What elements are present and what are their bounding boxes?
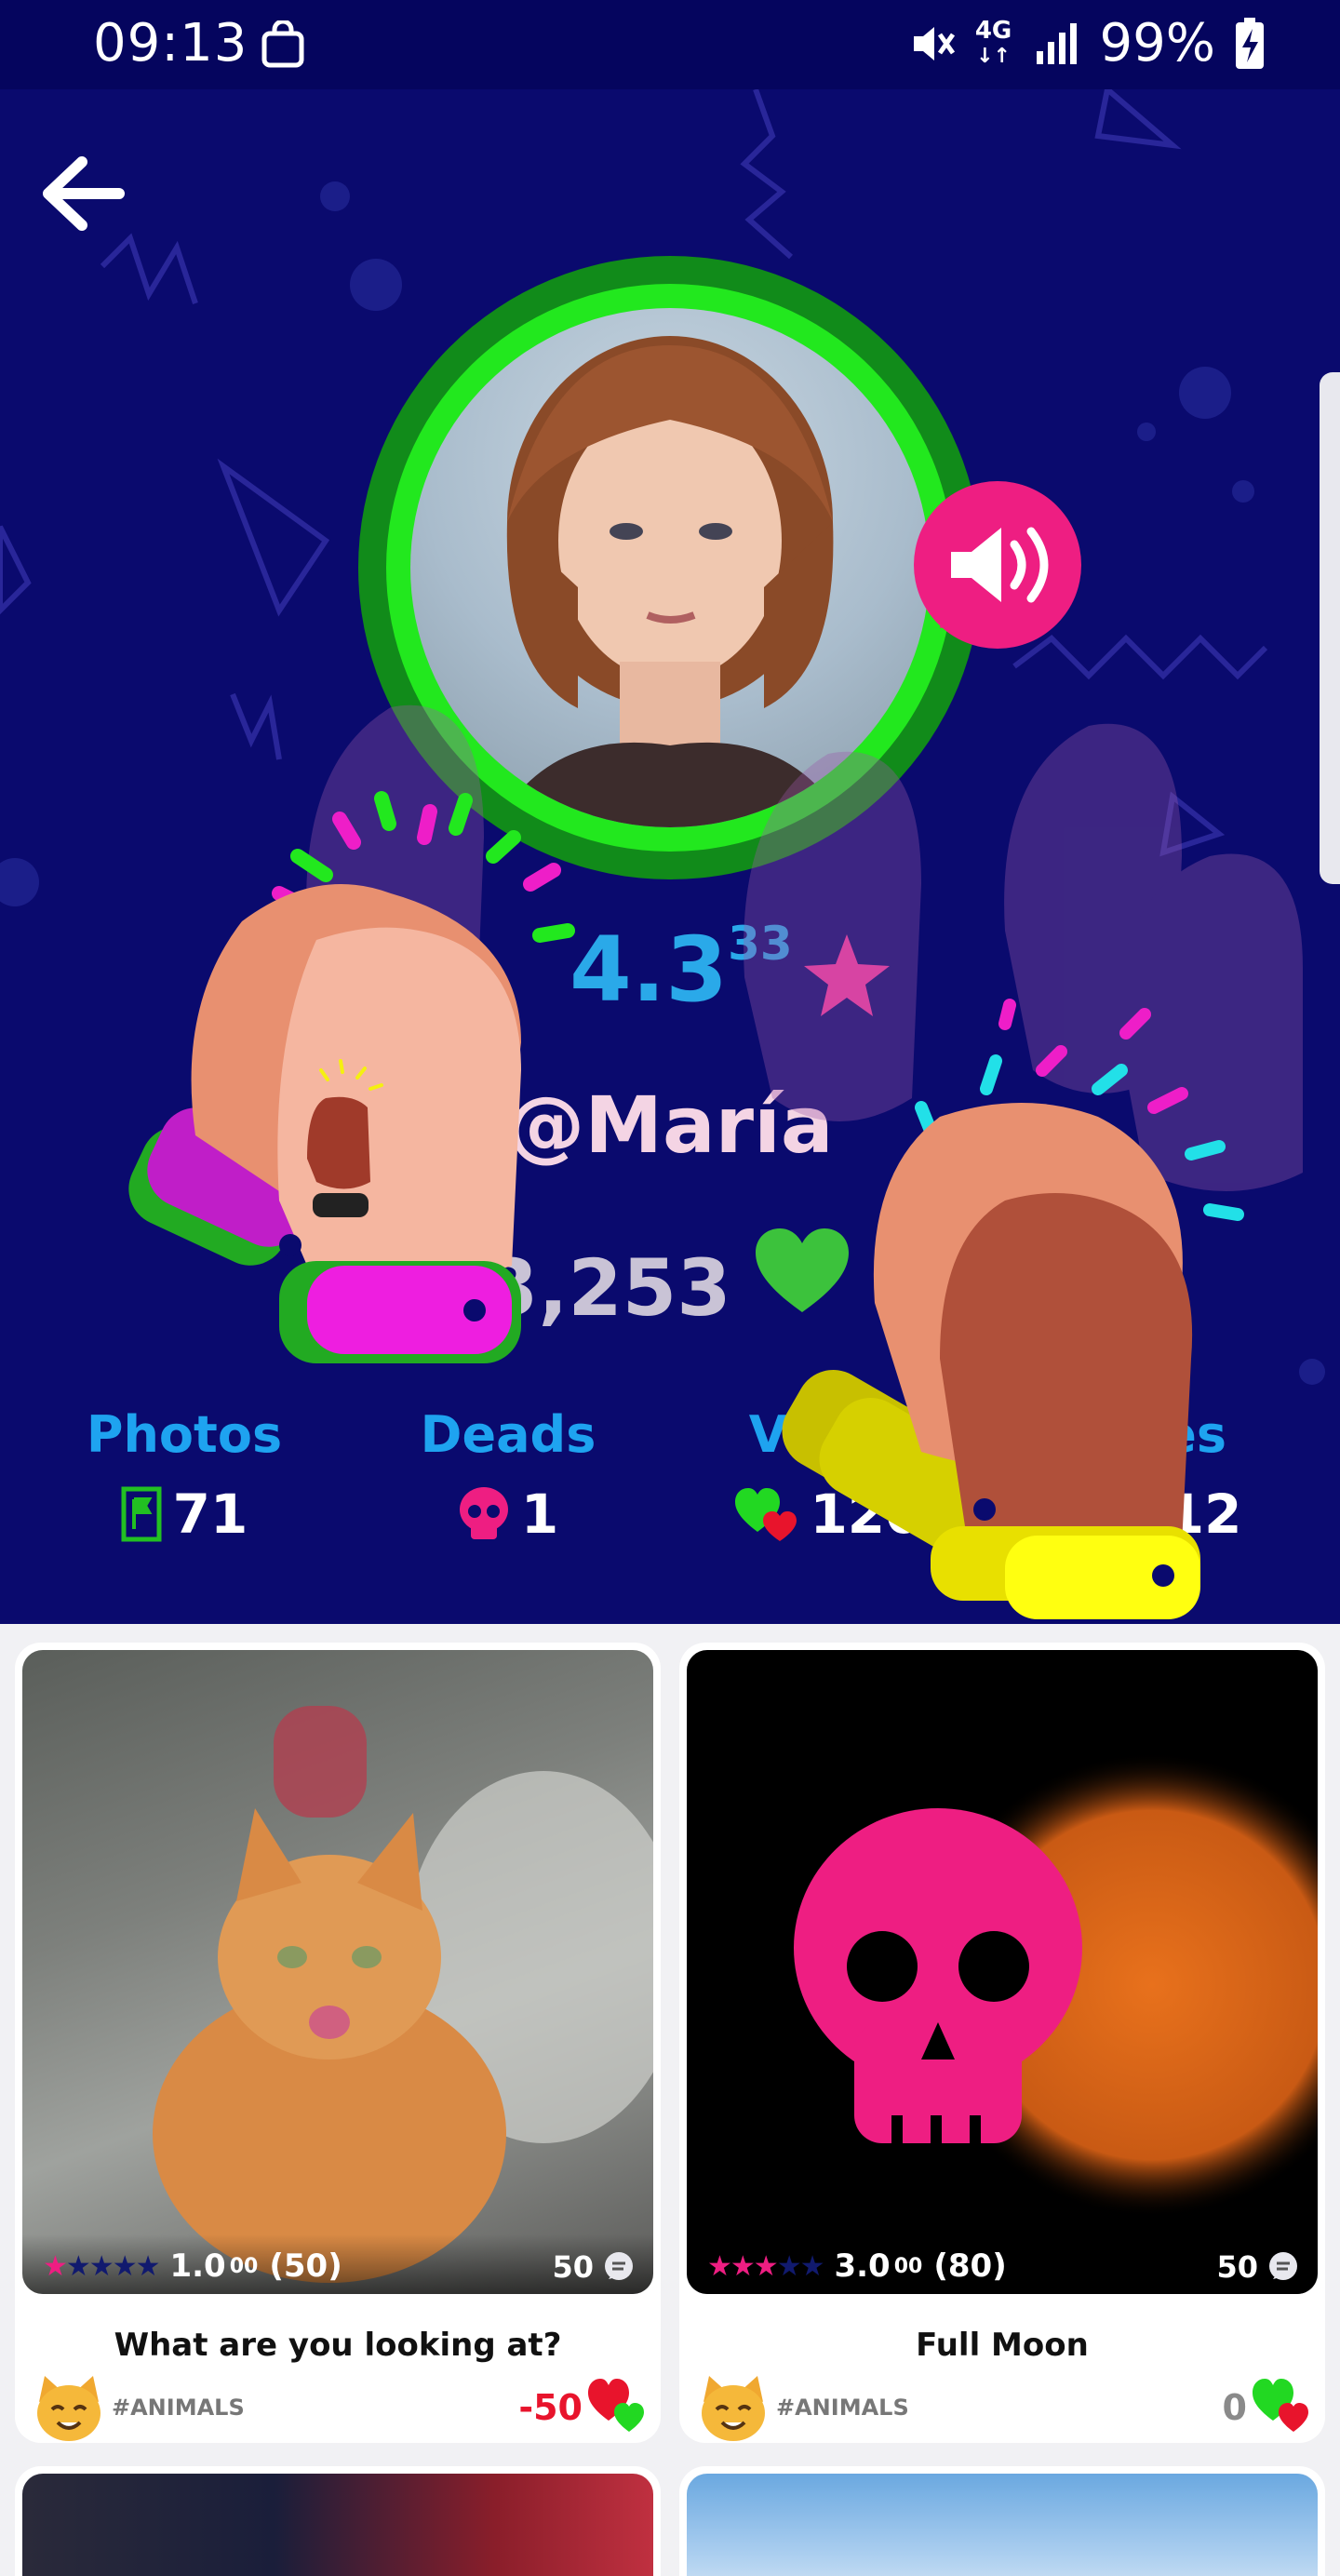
shopping-bag-icon [261, 20, 304, 68]
posts-grid: ★★★★★ 1.0 00 (50) 50 What are you looking… [0, 1624, 1340, 2576]
stat-likes[interactable]: Likes 412 [1033, 1405, 1275, 1546]
likes-count: 3,253 [484, 1242, 731, 1334]
avatar[interactable] [358, 256, 982, 879]
profile-rating: 4.333 [570, 917, 793, 1022]
post-rating: ★★★★★ 1.0 00 (50) [43, 2247, 342, 2285]
speaker-icon[interactable] [912, 479, 1084, 651]
back-arrow-icon[interactable] [41, 156, 125, 231]
vote-hearts-icon[interactable] [586, 2376, 646, 2434]
signal-icon [1036, 22, 1077, 64]
stat-deads[interactable]: Deads 1 [387, 1405, 629, 1546]
star-icon [804, 934, 890, 1016]
post-image [687, 2474, 1318, 2576]
post-votes: 0 [1222, 2387, 1247, 2428]
post-tag[interactable]: #ANIMALS [112, 2395, 245, 2421]
rating-stars: ★★★★★ [707, 2249, 824, 2283]
post-image [22, 2474, 653, 2576]
post-votes: -50 [518, 2387, 583, 2428]
battery-percent: 99% [1099, 13, 1215, 74]
hearts-icon [735, 1488, 797, 1541]
post-title: Full Moon [916, 2327, 1089, 2364]
network-type: 4G ↓↑ [974, 16, 1012, 68]
mute-icon [913, 26, 955, 60]
status-time: 09:13 [93, 13, 248, 74]
status-bar: 09:13 4G ↓↑ 99% [0, 0, 1340, 89]
flag-icon [121, 1486, 162, 1542]
battery-charging-icon [1236, 17, 1264, 69]
username: @María [506, 1080, 834, 1171]
profile-header: 09:13 4G ↓↑ 99% 4.333 @María 3,253 Photo… [0, 0, 1340, 1624]
scrollbar-handle[interactable] [1320, 372, 1340, 884]
status-icons: 4G ↓↑ 99% [906, 13, 1266, 74]
comment-icon [605, 2252, 633, 2280]
avatar-photo [410, 308, 930, 827]
skull-icon [459, 1487, 508, 1539]
comment-icon [1269, 2252, 1297, 2280]
vote-hearts-icon[interactable] [1251, 2376, 1310, 2434]
post-card[interactable] [15, 2466, 661, 2576]
stat-photos[interactable]: Photos 71 [63, 1405, 305, 1546]
post-image: ★★★★★ 3.0 00 (80) 50 [687, 1650, 1318, 2294]
stat-votes[interactable]: Votes 120 [707, 1405, 949, 1546]
post-tag[interactable]: #ANIMALS [776, 2395, 909, 2421]
post-card[interactable] [679, 2466, 1325, 2576]
cat-emoji-icon [37, 2376, 100, 2441]
cat-emoji-icon [702, 2376, 765, 2441]
post-title: What are you looking at? [114, 2327, 562, 2364]
post-image: ★★★★★ 1.0 00 (50) 50 [22, 1650, 653, 2294]
likes-icon [1067, 1490, 1117, 1538]
heart-icon [756, 1228, 849, 1312]
post-rating: ★★★★★ 3.0 00 (80) [707, 2247, 1007, 2285]
post-card[interactable]: ★★★★★ 3.0 00 (80) 50 Full Moon #ANIMALS … [679, 1643, 1325, 2443]
post-comments[interactable]: 50 [552, 2249, 635, 2285]
post-comments[interactable]: 50 [1216, 2249, 1299, 2285]
rating-stars: ★★★★★ [43, 2249, 160, 2283]
post-card[interactable]: ★★★★★ 1.0 00 (50) 50 What are you looking… [15, 1643, 661, 2443]
